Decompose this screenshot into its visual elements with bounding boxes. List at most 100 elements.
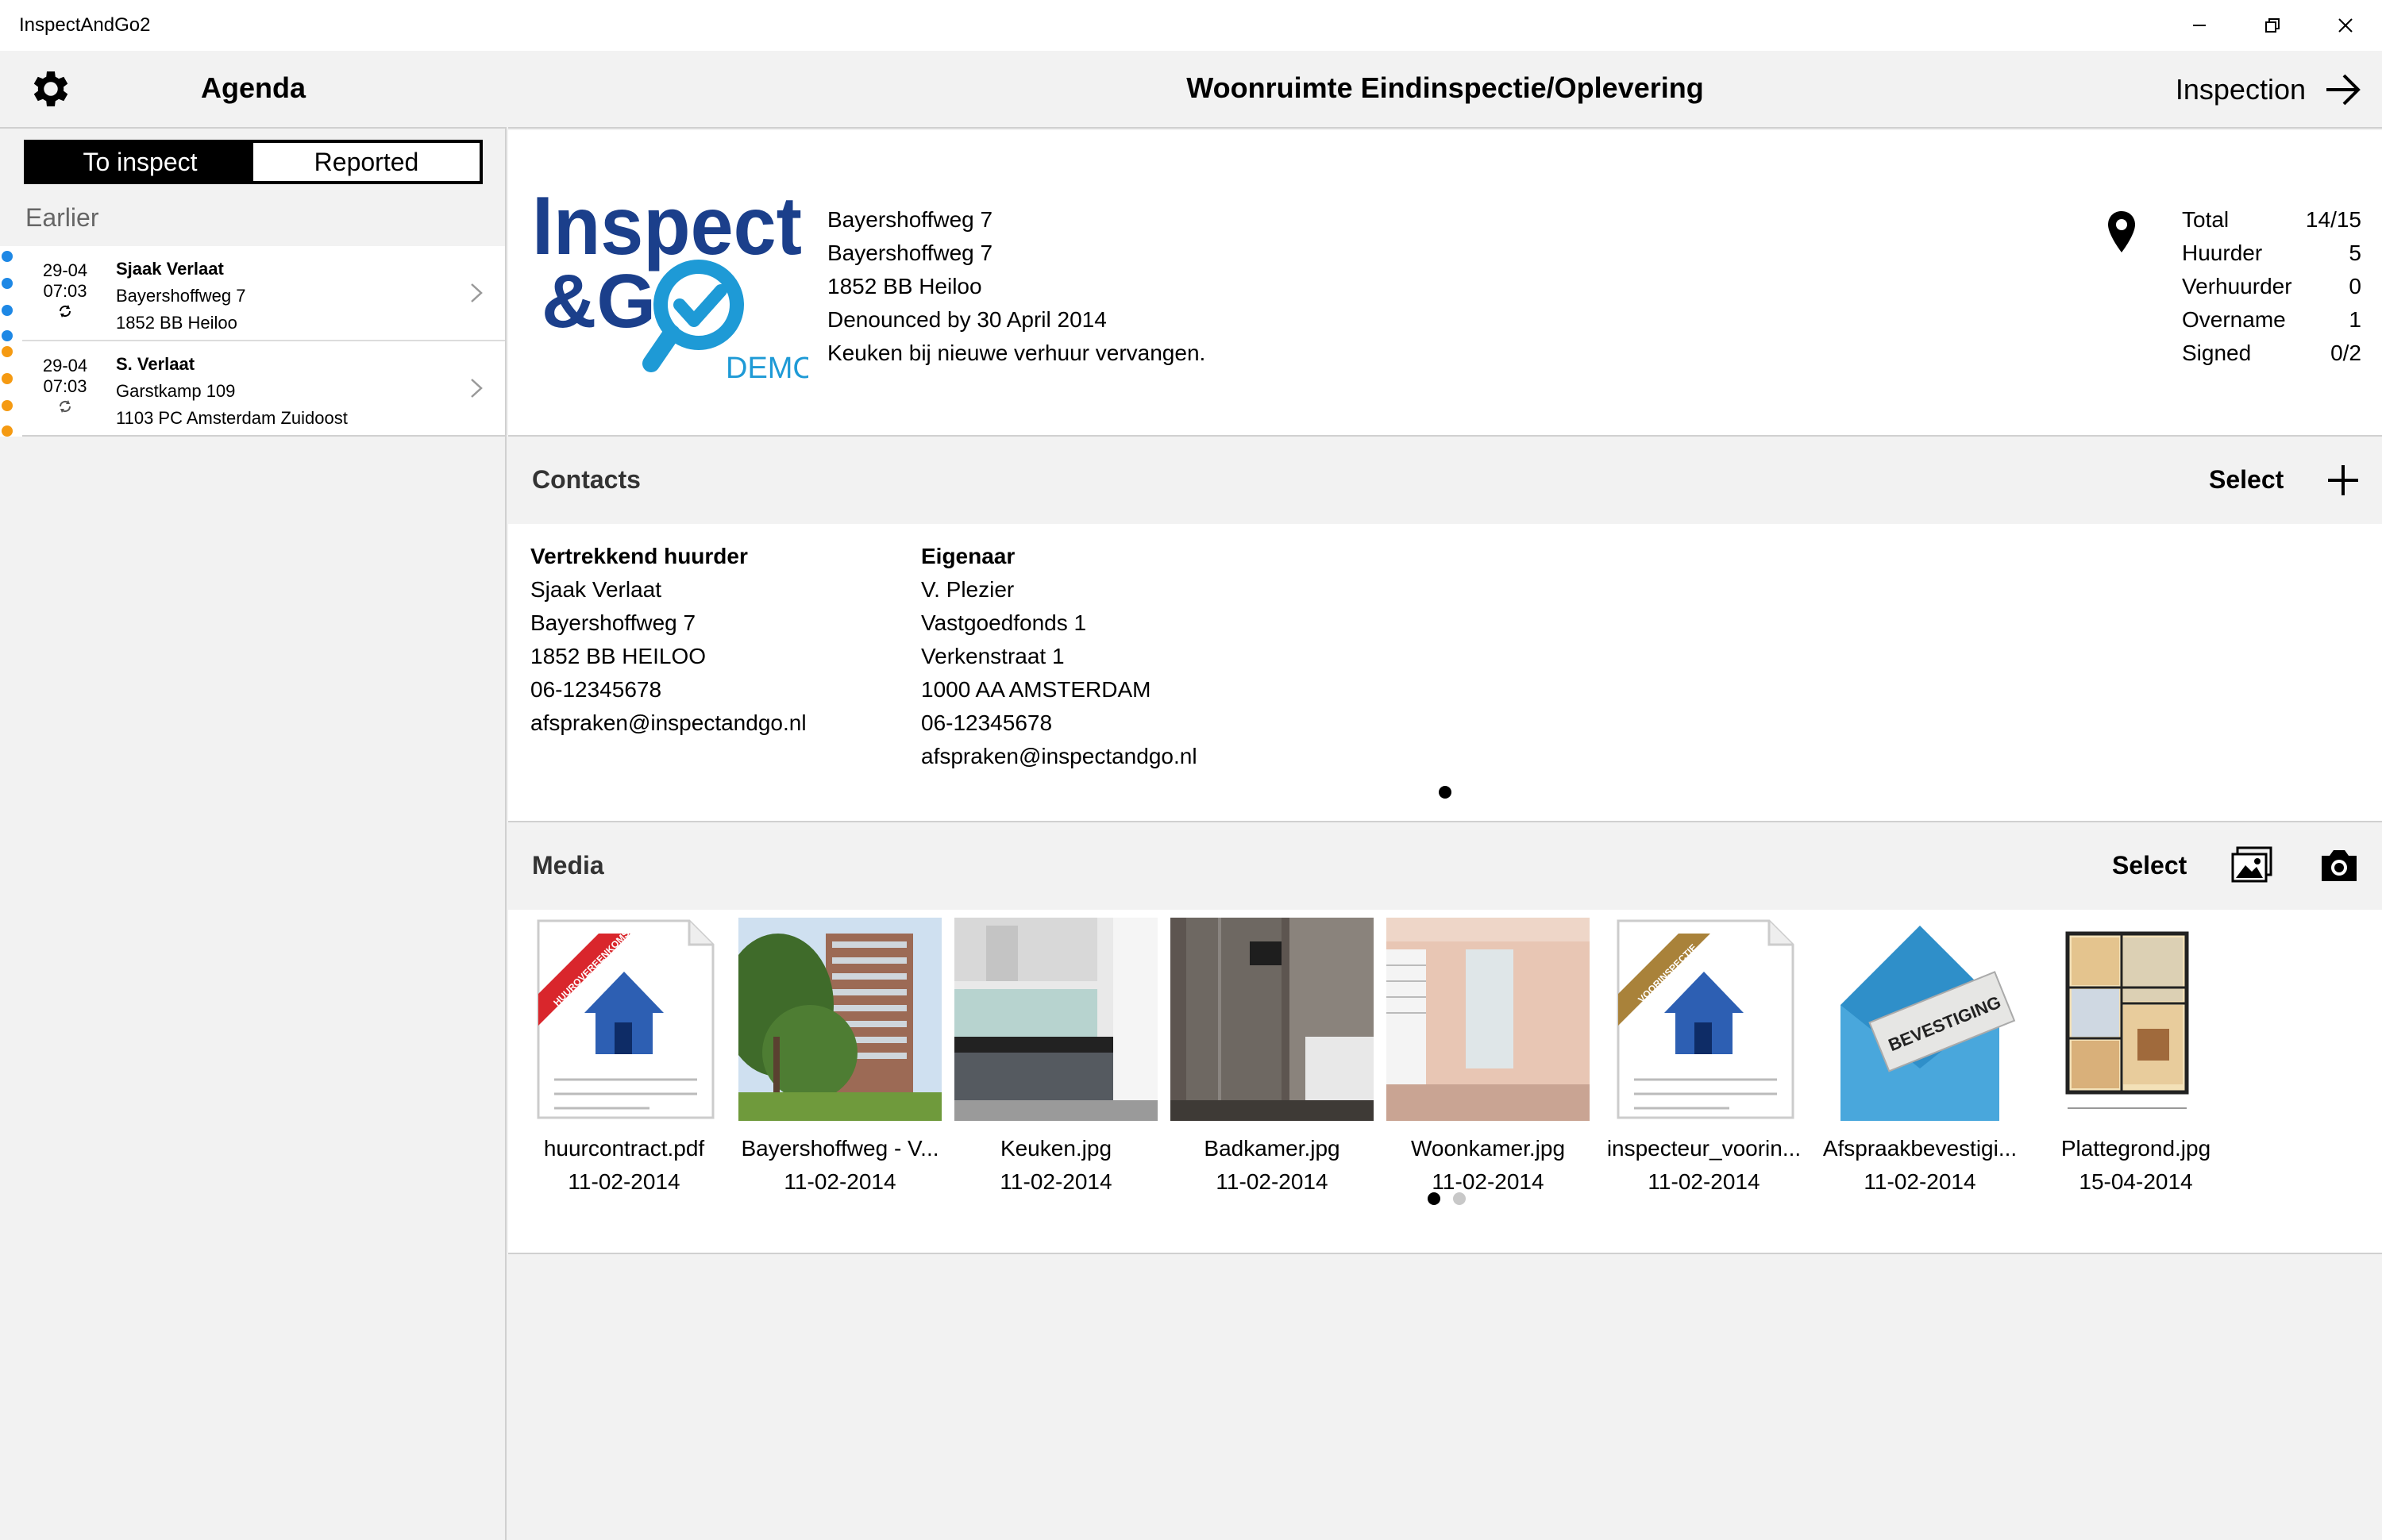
logo-demo-badge: DEMO <box>726 352 808 385</box>
media-item[interactable]: VOORINSPECTIE inspecteur_voorin... 11-02… <box>1601 918 1807 1199</box>
media-thumbnail <box>954 918 1158 1121</box>
contact-line: 1852 BB HEILOO <box>530 644 707 668</box>
media-item[interactable]: BEVESTIGING Afspraakbevestigi... 11-02-2… <box>1817 918 2023 1199</box>
contact-line: Vastgoedfonds 1 <box>921 610 1087 635</box>
contact-card[interactable]: Eigenaar V. Plezier Vastgoedfonds 1 Verk… <box>921 540 1197 773</box>
media-date: 11-02-2014 <box>1648 1169 1760 1194</box>
media-pager-dot[interactable] <box>1453 1192 1466 1205</box>
agenda-list: 29-04 07:03 Sjaak Verlaat Bayershoffweg … <box>0 246 505 437</box>
agenda-item-street: Garstkamp 109 <box>116 381 236 401</box>
inspection-info: Inspect &G DEMO Bayershoffweg 7 Bayersho… <box>508 130 2382 437</box>
stat-row: Signed 0/2 <box>2182 341 2361 365</box>
restore-button[interactable] <box>2236 0 2309 51</box>
media-thumbnail: BEVESTIGING <box>1818 918 2022 1121</box>
agenda-item-city: 1852 BB Heiloo <box>116 313 237 333</box>
media-thumbnail: VOORINSPECTIE <box>1602 918 1806 1121</box>
media-item[interactable]: Bayershoffweg - V... 11-02-2014 <box>737 918 943 1199</box>
address-block: Bayershoffweg 7 Bayershoffweg 7 1852 BB … <box>827 203 1205 370</box>
stat-row: Total 14/15 <box>2182 207 2361 232</box>
contact-line: afspraken@inspectandgo.nl <box>921 744 1197 768</box>
tab-reported[interactable]: Reported <box>253 143 480 181</box>
stat-row: Verhuurder 0 <box>2182 274 2361 298</box>
agenda-item-name: S. Verlaat <box>116 354 195 374</box>
bathroom-photo <box>1170 918 1374 1121</box>
address-line: Keuken bij nieuwe verhuur vervangen. <box>827 341 1206 365</box>
contact-role: Vertrekkend huurder <box>530 544 748 568</box>
sync-icon <box>59 305 71 318</box>
gallery-icon[interactable] <box>2231 846 2272 884</box>
building-photo <box>738 918 942 1121</box>
tab-to-inspect[interactable]: To inspect <box>27 143 253 181</box>
status-dots <box>0 341 16 437</box>
sidebar-title: Agenda <box>200 71 306 104</box>
document-icon: VOORINSPECTIE <box>1617 919 1794 1119</box>
status-dots <box>0 246 16 341</box>
media-item[interactable]: HUUROVEREENKOMST huurcontract.pdf 11-02-… <box>521 918 727 1199</box>
contact-card[interactable]: Vertrekkend huurder Sjaak Verlaat Bayers… <box>530 540 807 740</box>
agenda-filter-toggle: To inspect Reported <box>24 140 483 184</box>
inspection-button[interactable]: Inspection <box>2176 67 2363 113</box>
inspection-button-label: Inspection <box>2175 73 2306 106</box>
media-select-button[interactable]: Select <box>2112 851 2187 880</box>
contact-line: Sjaak Verlaat <box>530 577 661 602</box>
media-date: 11-02-2014 <box>1000 1169 1112 1194</box>
media-header: Media Select <box>508 822 2382 910</box>
media-gallery: HUUROVEREENKOMST huurcontract.pdf 11-02-… <box>508 910 2382 1254</box>
title-bar: InspectAndGo2 <box>0 0 2382 51</box>
close-button[interactable] <box>2309 0 2382 51</box>
media-name: inspecteur_voorin... <box>1606 1136 1802 1161</box>
media-pager-dot-active[interactable] <box>1428 1192 1440 1205</box>
document-icon: HUUROVEREENKOMST <box>537 919 715 1119</box>
close-icon <box>2338 18 2353 33</box>
address-line: Bayershoffweg 7 <box>827 207 993 232</box>
agenda-item-datetime: 29-04 07:03 <box>42 356 88 396</box>
media-date: 11-02-2014 <box>1864 1169 1976 1194</box>
media-name: Bayershoffweg - V... <box>741 1136 939 1161</box>
contact-line: V. Plezier <box>921 577 1015 602</box>
media-item[interactable]: Woonkamer.jpg 11-02-2014 <box>1385 918 1591 1199</box>
camera-icon[interactable] <box>2318 846 2360 884</box>
minimize-button[interactable] <box>2163 0 2236 51</box>
media-title: Media <box>532 851 604 880</box>
media-thumbnail <box>1386 918 1590 1121</box>
agenda-item-datetime: 29-04 07:03 <box>42 260 88 301</box>
media-thumbnail <box>738 918 942 1121</box>
group-label: Earlier <box>25 203 99 232</box>
agenda-item-city: 1103 PC Amsterdam Zuidoost <box>116 408 348 428</box>
media-name: Afspraakbevestigi... <box>1822 1136 2018 1161</box>
kitchen-photo <box>954 918 1158 1121</box>
stats-block: Total 14/15 Huurder 5 Verhuurder 0 Overname… <box>2182 203 2361 370</box>
media-date: 11-02-2014 <box>1432 1169 1544 1194</box>
contact-line: 1000 AA AMSTERDAM <box>921 677 1151 702</box>
media-item[interactable]: Keuken.jpg 11-02-2014 <box>953 918 1159 1199</box>
media-thumbnail <box>1170 918 1374 1121</box>
add-icon[interactable] <box>2326 464 2360 497</box>
chevron-right-icon <box>471 379 483 398</box>
sidebar-header: Agenda <box>0 51 507 129</box>
agenda-item[interactable]: 29-04 07:03 S. Verlaat Garstkamp 109 110… <box>2 341 505 437</box>
media-name: Woonkamer.jpg <box>1410 1136 1566 1161</box>
main-panel: Woonruimte Eindinspectie/Oplevering Insp… <box>508 51 2382 1540</box>
logo-line-2: &G <box>542 259 656 344</box>
contacts-header: Contacts Select <box>508 437 2382 524</box>
media-name: huurcontract.pdf <box>543 1136 705 1161</box>
media-name: Keuken.jpg <box>1000 1136 1112 1161</box>
media-thumbnail: HUUROVEREENKOMST <box>522 918 726 1121</box>
contacts-list: Vertrekkend huurder Sjaak Verlaat Bayers… <box>508 524 2382 822</box>
contacts-pager-dot[interactable] <box>1439 786 1451 799</box>
contact-line: Verkenstraat 1 <box>921 644 1065 668</box>
media-item[interactable]: Plattegrond.jpg 15-04-2014 <box>2033 918 2239 1199</box>
address-line: Denounced by 30 April 2014 <box>827 307 1107 332</box>
agenda-item-name: Sjaak Verlaat <box>116 259 224 279</box>
map-pin-icon[interactable] <box>2106 210 2137 254</box>
arrow-right-icon <box>2326 74 2361 106</box>
contacts-select-button[interactable]: Select <box>2209 465 2284 495</box>
agenda-item-street: Bayershoffweg 7 <box>116 286 246 306</box>
minimize-icon <box>2193 25 2206 26</box>
app-title: InspectAndGo2 <box>19 14 151 36</box>
agenda-item[interactable]: 29-04 07:03 Sjaak Verlaat Bayershoffweg … <box>2 246 505 341</box>
livingroom-photo <box>1386 918 1590 1121</box>
media-name: Badkamer.jpg <box>1204 1136 1340 1161</box>
media-item[interactable]: Badkamer.jpg 11-02-2014 <box>1169 918 1375 1199</box>
envelope-icon: BEVESTIGING <box>1840 926 2016 1121</box>
